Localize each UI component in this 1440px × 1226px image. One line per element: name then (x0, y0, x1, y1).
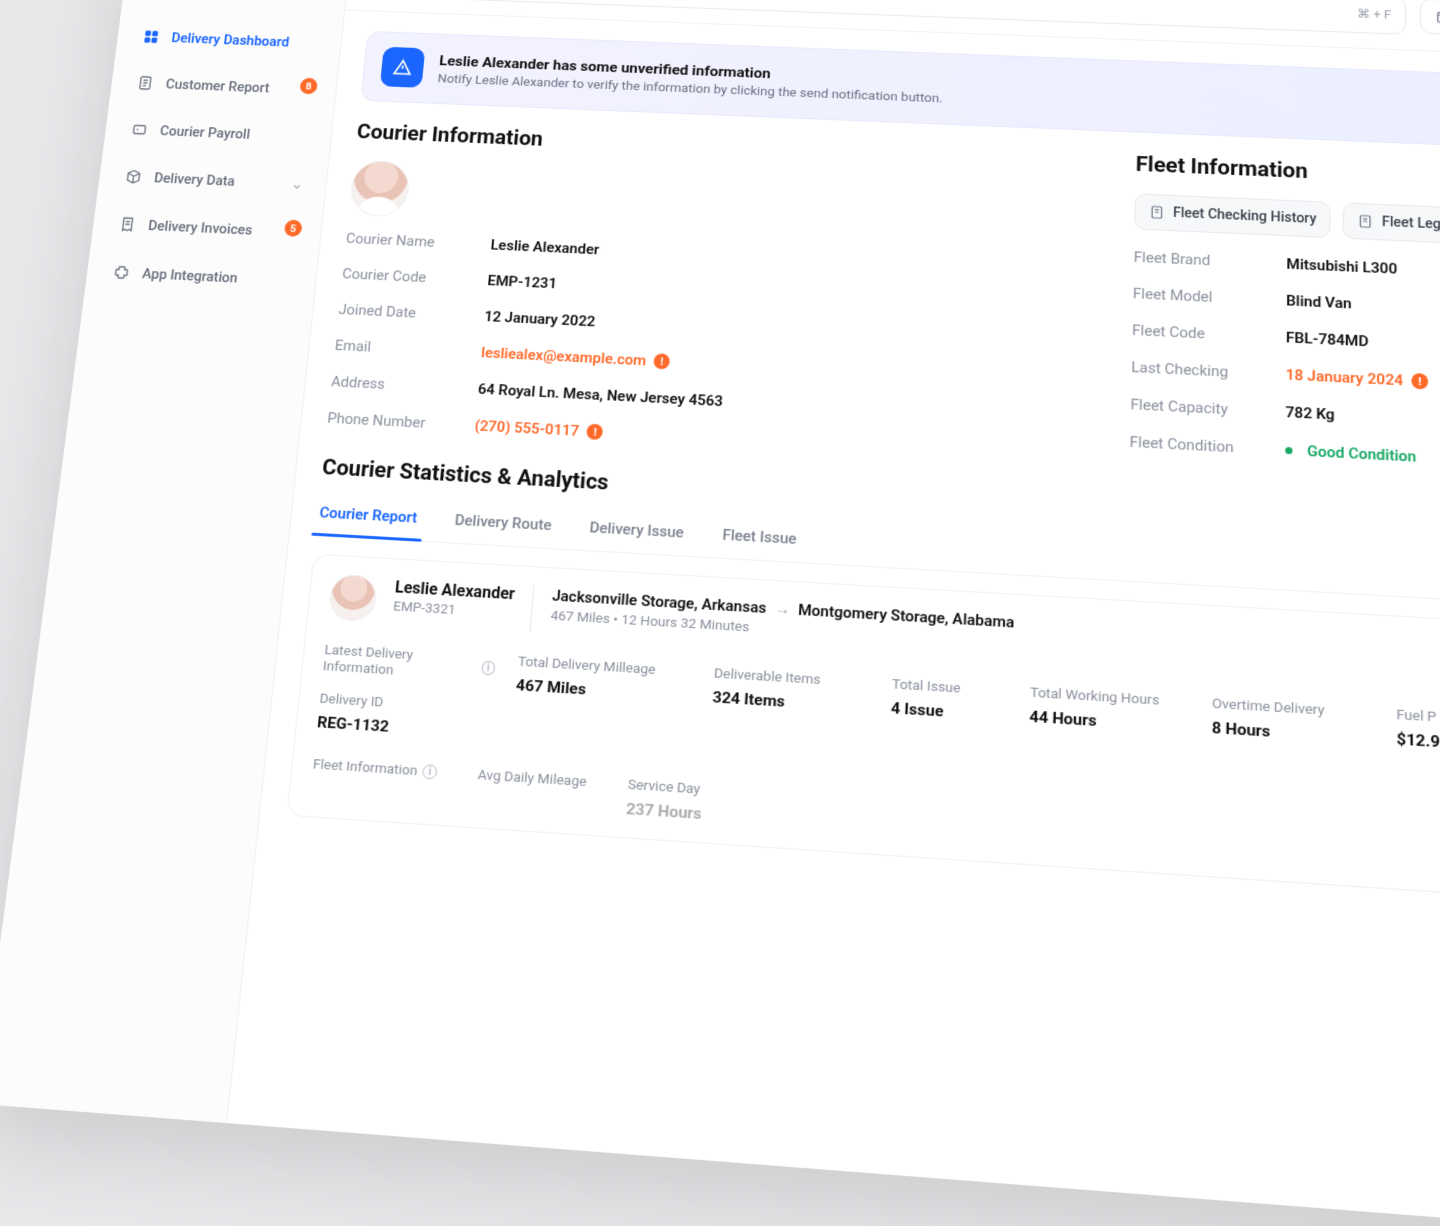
arrow-right-icon: → (774, 599, 790, 618)
chip-label: Fleet Legal Documents (1382, 215, 1440, 237)
warning-badge-icon: ! (587, 424, 604, 440)
field-label: Address (330, 373, 478, 398)
stat-label: Total Delivery Milleage (517, 653, 692, 680)
field-label: Joined Date (338, 301, 485, 325)
badge: 5 (284, 220, 303, 237)
field-label: Fleet Code (1132, 321, 1286, 346)
section-title: Courier Information (356, 121, 1080, 174)
courier-avatar (348, 160, 411, 218)
trip-card: Leslie Alexander EMP-3321 Jacksonville S… (286, 554, 1440, 926)
mileage-value: 467 Miles (515, 676, 690, 705)
info-icon: i (422, 764, 438, 779)
sidebar-item-delivery-dashboard[interactable]: Delivery Dashboard (128, 17, 329, 62)
puzzle-icon (111, 263, 132, 282)
sidebar-item-delivery-data[interactable]: Delivery Data ⌄ (110, 157, 314, 204)
fleet-info-section: Fleet Information Fleet Checking History… (1129, 153, 1440, 492)
chip-label: Fleet Checking History (1173, 205, 1317, 226)
delivery-logs-button[interactable]: Delivery Logs ⌄ (1420, 0, 1440, 39)
sidebar-item-delivery-invoices[interactable]: Delivery Invoices 5 (104, 204, 309, 252)
receipt-icon (117, 215, 138, 234)
info-icon: i (481, 660, 496, 675)
phone-value: (270) 555-0117! (474, 417, 1072, 466)
main: Search Stock or Orders ⌘ + F Delivery Lo… (227, 0, 1440, 1226)
field-label: Phone Number (327, 409, 476, 434)
stat-label: Deliverable Items (714, 665, 870, 691)
grid-icon (141, 28, 162, 46)
field-label: Fleet Brand (1133, 248, 1286, 272)
stat-label: Service Day (627, 776, 703, 798)
sidebar-item-label: Customer Report (165, 76, 270, 95)
field-label: Fleet Capacity (1130, 395, 1285, 421)
courier-info-section: Courier Information Courier Name Leslie … (327, 121, 1080, 466)
stat-label: Avg Daily Mileage (477, 767, 587, 791)
warning-badge-icon: ! (1411, 373, 1428, 390)
service-hours-value: 237 Hours (626, 799, 703, 823)
sidebar-item-label: Delivery Invoices (147, 217, 253, 237)
items-value: 324 Items (712, 688, 868, 716)
courier-name-value: Leslie Alexander (490, 236, 1077, 280)
sidebar-item-label: Courier Payroll (159, 123, 251, 142)
sidebar-item-label: Delivery Data (153, 170, 235, 189)
fleet-legal-chip[interactable]: Fleet Legal Documents (1343, 202, 1440, 247)
stat-label: Total Issue (892, 676, 1008, 700)
field-label: Fleet Condition (1129, 433, 1285, 459)
field-label: Email (334, 337, 482, 361)
document-icon (135, 74, 156, 93)
stat-label: Delivery ID (319, 690, 452, 715)
sidebar-item-customer-report[interactable]: Customer Report 8 (123, 63, 325, 109)
fleet-condition-value: Good Condition (1285, 441, 1440, 492)
field-label: Courier Name (345, 230, 491, 253)
stat-label: Fleet Informationi (312, 756, 437, 781)
sidebar-item-app-integration[interactable]: App Integration (98, 252, 304, 301)
tab-courier-report[interactable]: Courier Report (315, 494, 420, 541)
tab-delivery-issue[interactable]: Delivery Issue (586, 508, 687, 555)
stat-label: Overtime Delivery (1212, 695, 1373, 722)
joined-date-value: 12 January 2022 (484, 308, 1075, 354)
stat-label: Fuel P (1396, 706, 1440, 729)
stat-label: Total Working Hours (1030, 684, 1189, 710)
sidebar-item-courier-payroll[interactable]: Courier Payroll (117, 110, 320, 156)
wallet-icon (129, 120, 150, 139)
trip-avatar (328, 574, 378, 623)
warning-badge-icon: ! (654, 353, 671, 369)
issue-value: 4 Issue (891, 699, 1007, 725)
chevron-down-icon: ⌄ (290, 176, 303, 192)
box-icon (123, 167, 144, 186)
fuel-value: $12.9 (1396, 730, 1440, 756)
field-label: Courier Code (342, 265, 489, 289)
overtime-value: 8 Hours (1212, 718, 1373, 747)
delivery-id-value: REG-1132 (316, 713, 449, 740)
document-icon (1149, 204, 1165, 220)
stat-label: Latest Delivery Informationi (322, 642, 496, 685)
field-label: Fleet Model (1133, 285, 1286, 310)
warning-icon (380, 47, 426, 88)
tab-fleet-issue[interactable]: Fleet Issue (719, 516, 800, 562)
sidebar-item-label: App Integration (141, 266, 238, 286)
email-value: lesliealex@example.com! (480, 344, 1073, 391)
fleet-history-chip[interactable]: Fleet Checking History (1134, 193, 1331, 238)
badge: 8 (299, 78, 318, 95)
sidebar-item-label: Delivery Dashboard (171, 30, 290, 50)
calendar-icon (1435, 9, 1440, 24)
search-kbd: ⌘ + F (1357, 7, 1391, 22)
hours-value: 44 Hours (1029, 707, 1188, 736)
document-icon (1357, 213, 1373, 229)
tab-delivery-route[interactable]: Delivery Route (451, 501, 555, 548)
courier-code-value: EMP-1231 (487, 272, 1076, 317)
field-label: Last Checking (1131, 358, 1286, 383)
